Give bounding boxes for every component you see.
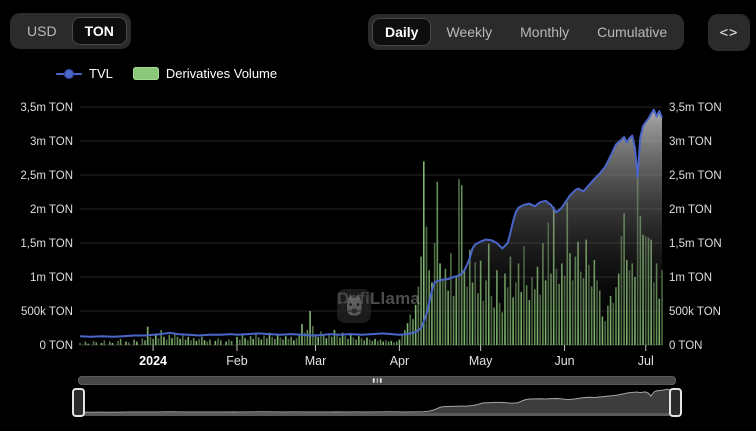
y-axis-label-left: 2m TON (30, 204, 73, 216)
y-axis-label-left: 1m TON (30, 272, 73, 284)
period-tabs: DailyWeeklyMonthlyCumulative (368, 14, 684, 50)
legend-item-tvl[interactable]: TVL (56, 66, 113, 81)
code-brackets-icon: <> (720, 25, 739, 41)
currency-option-usd[interactable]: USD (14, 17, 70, 45)
y-axis-label-left: 2,5m TON (20, 170, 73, 182)
y-axis-label-right: 2,5m TON (669, 170, 722, 182)
y-axis-label-left: 1,5m TON (20, 238, 73, 250)
currency-option-ton[interactable]: TON (72, 17, 127, 45)
chart-area[interactable]: DefiLlama 0 TON0 TON500k TON500k TON1m T… (0, 95, 756, 375)
y-axis-label-right: 1,5m TON (669, 238, 722, 250)
y-axis-label-right: 3,5m TON (669, 102, 722, 114)
y-axis-label-left: 3,5m TON (20, 102, 73, 114)
brush-scrollbar-track[interactable] (78, 376, 676, 385)
brush-handle-right[interactable] (669, 388, 682, 417)
embed-code-button[interactable]: <> (708, 14, 750, 51)
legend-label: TVL (89, 66, 113, 81)
x-axis-label: Jul (638, 354, 654, 368)
tab-weekly[interactable]: Weekly (433, 18, 505, 46)
x-axis-label: May (469, 354, 493, 368)
y-axis-label-right: 2m TON (669, 204, 712, 216)
tab-monthly[interactable]: Monthly (507, 18, 582, 46)
chart-legend: TVL Derivatives Volume (56, 66, 277, 81)
legend-item-derivatives-volume[interactable]: Derivatives Volume (133, 66, 277, 81)
tab-daily[interactable]: Daily (372, 18, 431, 46)
range-brush (78, 376, 676, 418)
brush-grip-icon[interactable] (373, 378, 382, 383)
currency-toggle: USD TON (10, 13, 131, 49)
x-axis-label: Apr (390, 354, 409, 368)
legend-label: Derivatives Volume (166, 66, 277, 81)
y-axis-label-right: 500k TON (669, 306, 721, 318)
tab-cumulative[interactable]: Cumulative (584, 18, 680, 46)
y-axis-label-left: 500k TON (21, 306, 73, 318)
tvl-line-marker-icon (56, 68, 82, 80)
volume-bar-marker-icon (133, 67, 159, 80)
y-axis-label-right: 1m TON (669, 272, 712, 284)
x-axis-label: Jun (554, 354, 574, 368)
brush-preview-area (78, 389, 676, 413)
y-axis-label-right: 0 TON (669, 340, 702, 352)
x-axis-label: Mar (305, 354, 327, 368)
y-axis-label-left: 3m TON (30, 136, 73, 148)
brush-preview-chart[interactable] (78, 387, 676, 413)
x-axis-label: 2024 (139, 354, 167, 368)
brush-handle-left[interactable] (72, 388, 85, 417)
x-axis-label: Feb (226, 354, 248, 368)
main-chart-svg[interactable]: 0 TON 0 TON 500k TON 500k TON 1m TON 1m TON 1,… (0, 95, 756, 375)
tvl-area (80, 110, 662, 345)
y-axis-label-left: 0 TON (40, 340, 73, 352)
defillama-chart-panel: USD TON DailyWeeklyMonthlyCumulative <> … (0, 0, 756, 431)
brush-bottom-rail (78, 413, 676, 416)
y-axis-label-right: 3m TON (669, 136, 712, 148)
